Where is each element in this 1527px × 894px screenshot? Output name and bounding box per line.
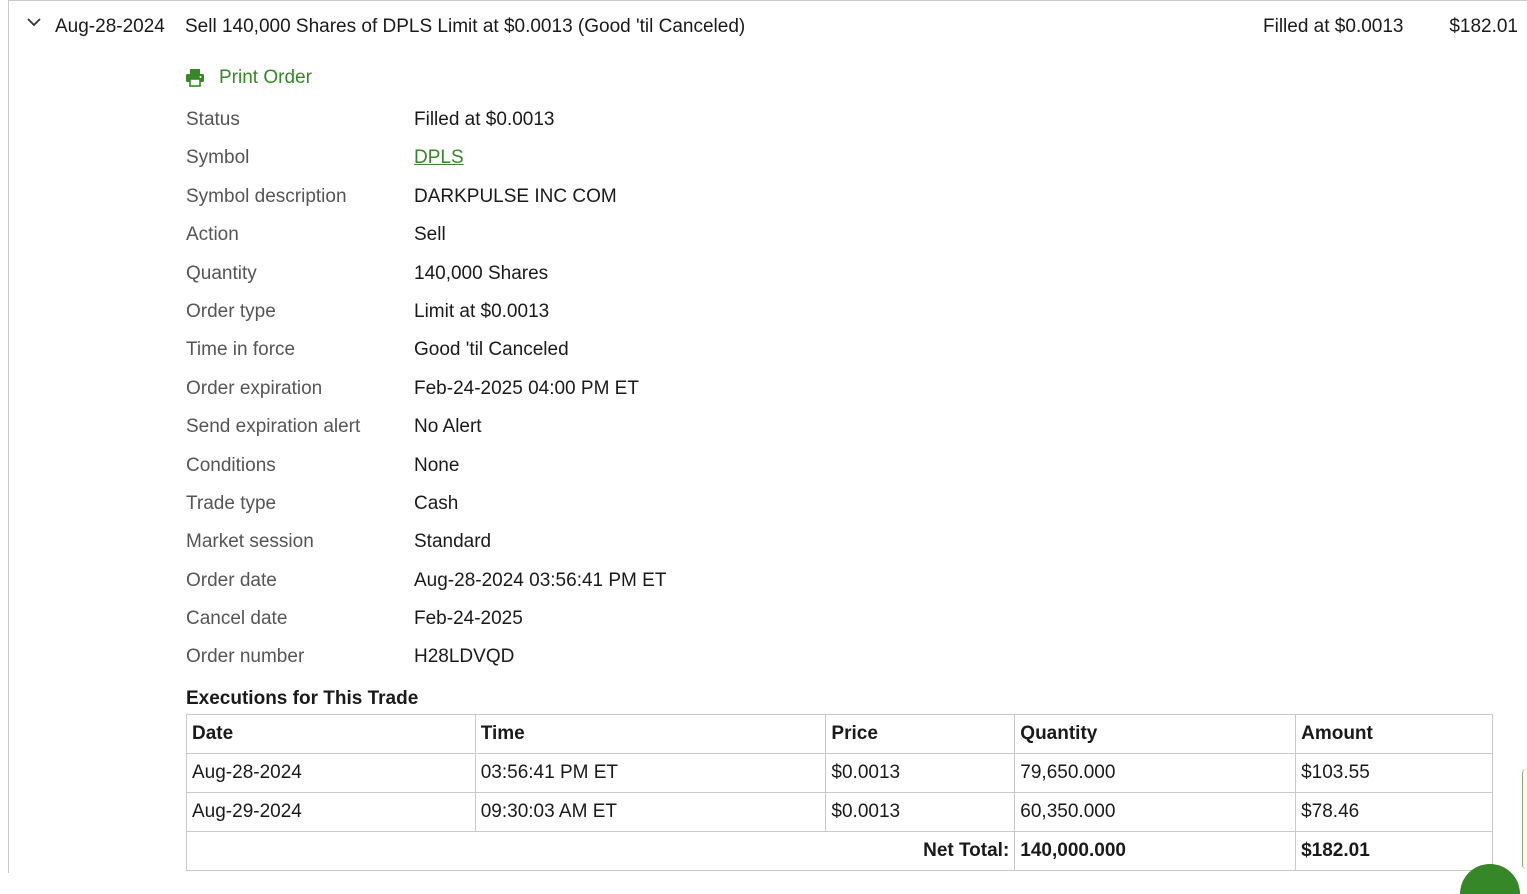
chevron-down-icon[interactable] xyxy=(25,13,43,31)
detail-label: Quantity xyxy=(186,262,257,284)
print-order-label: Print Order xyxy=(219,67,312,88)
detail-value: H28LDVQD xyxy=(414,646,515,668)
detail-label: Conditions xyxy=(186,454,276,476)
detail-label: Order expiration xyxy=(186,377,323,399)
detail-value: 140,000 Shares xyxy=(414,262,549,284)
cell-date: Aug-28-2024 xyxy=(186,753,476,793)
table-row: Aug-28-2024 03:56:41 PM ET $0.0013 79,65… xyxy=(186,753,1493,793)
detail-value: Filled at $0.0013 xyxy=(414,109,555,130)
detail-value: Standard xyxy=(414,531,492,553)
column-header-date: Date xyxy=(186,714,476,754)
executions-table: Date Time Price Quantity Amount Aug-28-2… xyxy=(185,714,1493,871)
cell-amount: $78.46 xyxy=(1295,792,1493,832)
printer-icon xyxy=(186,69,204,87)
symbol-link[interactable]: DPLS xyxy=(414,147,464,169)
detail-label: Trade type xyxy=(186,492,277,514)
table-header-row: Date Time Price Quantity Amount xyxy=(186,714,1493,754)
order-status: Filled at $0.0013 xyxy=(1263,16,1404,37)
column-header-amount: Amount xyxy=(1295,714,1493,754)
net-total-row: Net Total: 140,000.000 $182.01 xyxy=(185,831,1493,871)
executions-title: Executions for This Trade xyxy=(186,688,419,709)
detail-label: Send expiration alert xyxy=(186,416,361,438)
table-row: Aug-29-2024 09:30:03 AM ET $0.0013 60,35… xyxy=(186,792,1493,832)
detail-label: Cancel date xyxy=(186,608,288,630)
cell-time: 03:56:41 PM ET xyxy=(474,753,827,793)
detail-value: Feb-24-2025 04:00 PM ET xyxy=(414,377,639,399)
detail-label: Symbol xyxy=(186,147,250,169)
cell-quantity: 79,650.000 xyxy=(1014,753,1297,793)
net-total-amount: $182.01 xyxy=(1295,831,1493,871)
column-header-time: Time xyxy=(474,714,827,754)
cell-amount: $103.55 xyxy=(1295,753,1493,793)
order-panel: Aug-28-2024 Sell 140,000 Shares of DPLS … xyxy=(8,0,1527,873)
cell-time: 09:30:03 AM ET xyxy=(474,792,827,832)
detail-value: None xyxy=(414,454,460,476)
print-order-link[interactable]: Print Order xyxy=(185,67,312,89)
detail-label: Order type xyxy=(186,300,276,322)
detail-label: Order date xyxy=(186,569,277,591)
order-description: Sell 140,000 Shares of DPLS Limit at $0.… xyxy=(185,16,746,37)
net-total-quantity: 140,000.000 xyxy=(1014,831,1297,871)
order-summary-row[interactable]: Aug-28-2024 Sell 140,000 Shares of DPLS … xyxy=(9,1,1527,53)
detail-label: Status xyxy=(186,109,240,130)
detail-label: Action xyxy=(186,224,239,246)
detail-value: Good 'til Canceled xyxy=(414,339,569,361)
column-header-quantity: Quantity xyxy=(1014,714,1297,754)
detail-value: DARKPULSE INC COM xyxy=(414,185,617,207)
column-header-price: Price xyxy=(825,714,1016,754)
cell-quantity: 60,350.000 xyxy=(1014,792,1297,832)
cell-price: $0.0013 xyxy=(825,753,1016,793)
detail-value: Cash xyxy=(414,492,459,514)
detail-value: Feb-24-2025 xyxy=(414,608,523,630)
order-amount: $182.01 xyxy=(1449,16,1518,37)
detail-value: No Alert xyxy=(414,416,482,438)
net-total-label: Net Total: xyxy=(185,831,1016,871)
detail-value: Sell xyxy=(414,224,446,246)
detail-value: Limit at $0.0013 xyxy=(414,300,550,322)
cell-date: Aug-29-2024 xyxy=(186,792,476,832)
cell-price: $0.0013 xyxy=(825,792,1016,832)
detail-label: Market session xyxy=(186,531,314,553)
detail-label: Order number xyxy=(186,646,305,668)
scrollbar-edge[interactable] xyxy=(1522,769,1527,869)
detail-label: Time in force xyxy=(186,339,296,361)
order-date: Aug-28-2024 xyxy=(55,16,165,37)
detail-value: Aug-28-2024 03:56:41 PM ET xyxy=(414,569,667,591)
detail-label: Symbol description xyxy=(186,185,347,207)
